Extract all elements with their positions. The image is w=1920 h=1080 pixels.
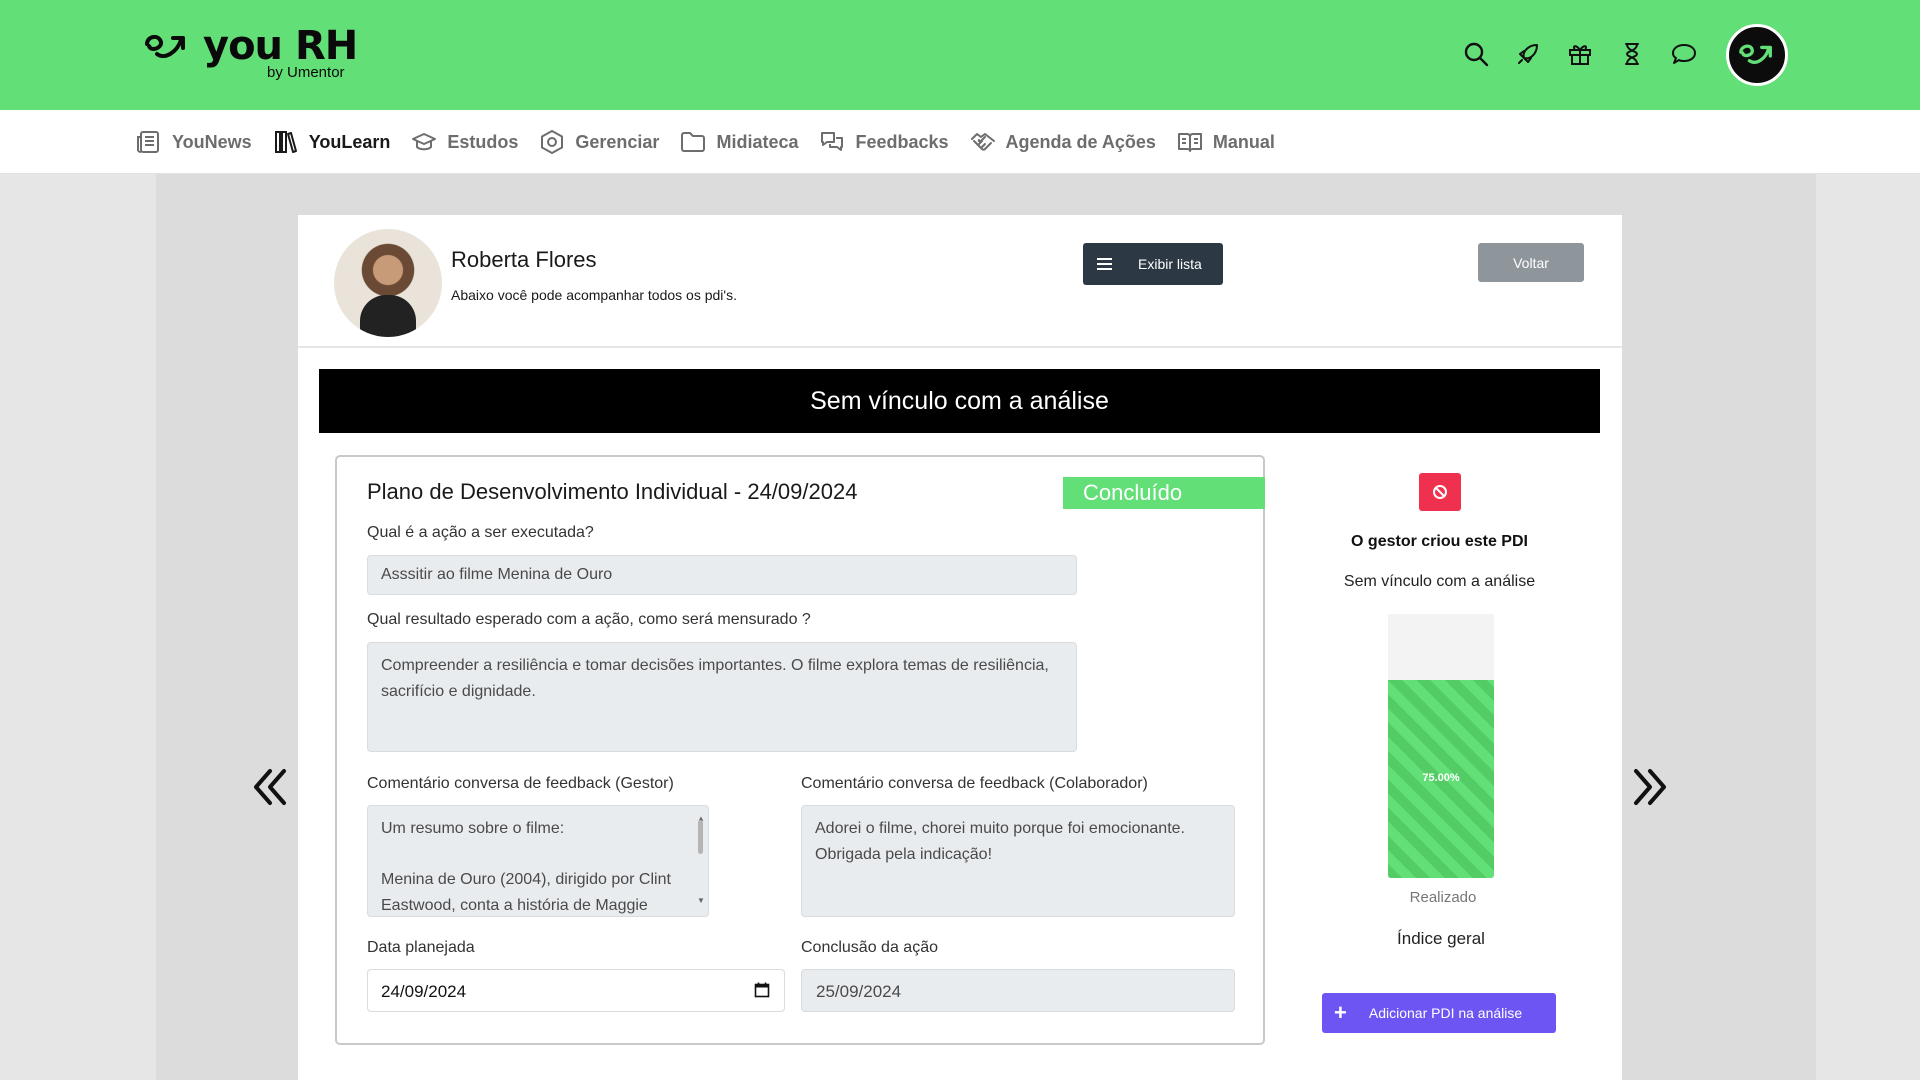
nav-label: YouLearn bbox=[308, 131, 391, 152]
add-pdi-label: Adicionar PDI na análise bbox=[1368, 1005, 1523, 1021]
books-icon bbox=[274, 131, 297, 153]
chat-bubbles-icon bbox=[821, 132, 844, 151]
profile-name: Roberta Flores bbox=[451, 247, 597, 272]
manager-created-text: O gestor criou este PDI bbox=[1351, 533, 1528, 550]
manager-comment-label: Comentário conversa de feedback (Gestor) bbox=[367, 775, 674, 792]
nav-item-gerenciar[interactable]: Gerenciar bbox=[539, 110, 659, 174]
nav-label: Midiateca bbox=[716, 131, 799, 152]
header-icons bbox=[1450, 36, 1710, 72]
nav-item-estudos[interactable]: Estudos bbox=[411, 110, 518, 174]
plus-icon: + bbox=[1334, 1000, 1347, 1025]
planned-date-label: Data planejada bbox=[367, 939, 475, 956]
result-field[interactable]: Compreender a resiliência e tomar decisõ… bbox=[367, 642, 1077, 752]
nav-label: Agenda de Ações bbox=[1005, 131, 1156, 152]
ban-icon bbox=[1433, 485, 1447, 499]
status-badge: Concluído bbox=[1063, 477, 1265, 509]
hourglass-icon[interactable] bbox=[1606, 36, 1658, 72]
progress-label: 75.00% bbox=[1422, 772, 1460, 784]
manager-comment-scrollbar[interactable]: ▲ ▼ bbox=[696, 808, 706, 912]
result-label: Qual resultado esperado com a ação, como… bbox=[367, 611, 811, 628]
employee-comment-label: Comentário conversa de feedback (Colabor… bbox=[801, 775, 1148, 792]
search-icon[interactable] bbox=[1450, 36, 1502, 72]
nav-label: Feedbacks bbox=[855, 131, 949, 152]
action-label: Qual é a ação a ser executada? bbox=[367, 524, 594, 541]
book-open-icon bbox=[1177, 133, 1202, 152]
previous-pdi-icon[interactable] bbox=[250, 765, 290, 809]
profile-header: Roberta Flores Abaixo você pode acompanh… bbox=[298, 215, 1622, 348]
show-list-label: Exibir lista bbox=[1138, 256, 1202, 272]
nav-item-agenda-de-acoes[interactable]: Agenda de Ações bbox=[970, 110, 1156, 174]
hexagon-settings-icon bbox=[541, 130, 564, 154]
graduation-cap-icon bbox=[412, 133, 437, 151]
user-avatar[interactable] bbox=[1726, 24, 1788, 86]
manager-comment-line: Eastwood, conta a história de Maggie bbox=[381, 897, 648, 914]
conclusion-date-label: Conclusão da ação bbox=[801, 939, 938, 956]
nav-item-youlearn[interactable]: YouLearn bbox=[273, 110, 391, 174]
employee-comment-field[interactable]: Adorei o filme, chorei muito porque foi … bbox=[801, 805, 1235, 917]
profile-photo bbox=[334, 229, 442, 337]
nav-label: Estudos bbox=[447, 131, 519, 152]
folder-icon bbox=[681, 132, 706, 152]
nav-label: Gerenciar bbox=[575, 131, 660, 152]
logo-subtitle: by Umentor bbox=[267, 64, 345, 81]
newspaper-icon bbox=[137, 131, 159, 153]
pdi-panel: Plano de Desenvolvimento Individual - 24… bbox=[335, 455, 1265, 1045]
brand-avatar-icon bbox=[1739, 44, 1772, 64]
add-pdi-to-analysis-button[interactable]: + Adicionar PDI na análise bbox=[1322, 993, 1556, 1033]
profile-subtitle: Abaixo você pode acompanhar todos os pdi… bbox=[451, 287, 737, 303]
analysis-banner: Sem vínculo com a análise bbox=[319, 369, 1600, 433]
show-list-button[interactable]: Exibir lista bbox=[1083, 243, 1223, 285]
status-block-badge bbox=[1419, 473, 1461, 511]
main-nav: YouNews YouLearn Estudos Gerenciar Midia… bbox=[0, 110, 1920, 174]
analysis-link-text: Sem vínculo com a análise bbox=[1343, 573, 1536, 590]
manager-comment-line: Um resumo sobre o filme: bbox=[381, 820, 565, 837]
progress-caption: Realizado bbox=[1409, 889, 1477, 906]
pdi-title: Plano de Desenvolvimento Individual - 24… bbox=[367, 479, 858, 504]
conclusion-date-field[interactable]: 25/09/2024 bbox=[801, 969, 1235, 1012]
logo-mark-icon bbox=[145, 35, 185, 59]
calendar-icon[interactable] bbox=[754, 982, 770, 998]
nav-item-younews[interactable]: YouNews bbox=[136, 110, 252, 174]
nav-item-manual[interactable]: Manual bbox=[1177, 110, 1275, 174]
logo-text: you RH bbox=[203, 23, 358, 69]
manager-comment-field[interactable]: Um resumo sobre o filme: Menina de Ouro … bbox=[367, 805, 709, 917]
manager-comment-line: Menina de Ouro (2004), dirigido por Clin… bbox=[381, 871, 671, 888]
next-pdi-icon[interactable] bbox=[1630, 765, 1670, 809]
logo[interactable]: you RH by Umentor bbox=[143, 24, 363, 84]
back-button[interactable]: Voltar bbox=[1478, 243, 1584, 282]
gift-icon[interactable] bbox=[1554, 36, 1606, 72]
nav-label: YouNews bbox=[172, 131, 252, 152]
nav-label: Manual bbox=[1212, 131, 1275, 152]
chat-icon[interactable] bbox=[1658, 36, 1710, 72]
nav-item-feedbacks[interactable]: Feedbacks bbox=[819, 110, 949, 174]
pdi-card: Roberta Flores Abaixo você pode acompanh… bbox=[298, 215, 1622, 1080]
progress-bar: 75.00% bbox=[1388, 614, 1494, 878]
top-header: you RH by Umentor bbox=[0, 0, 1920, 110]
nav-item-midiateca[interactable]: Midiateca bbox=[680, 110, 798, 174]
overall-index-label: Índice geral bbox=[1397, 929, 1485, 948]
handshake-icon bbox=[970, 133, 995, 151]
rocket-icon[interactable] bbox=[1502, 36, 1554, 72]
planned-date-input[interactable]: 24/09/2024 bbox=[367, 969, 785, 1012]
menu-icon bbox=[1097, 255, 1112, 273]
action-field[interactable]: Asssitir ao filme Menina de Ouro bbox=[367, 555, 1077, 595]
planned-date-value: 24/09/2024 bbox=[381, 982, 467, 1001]
